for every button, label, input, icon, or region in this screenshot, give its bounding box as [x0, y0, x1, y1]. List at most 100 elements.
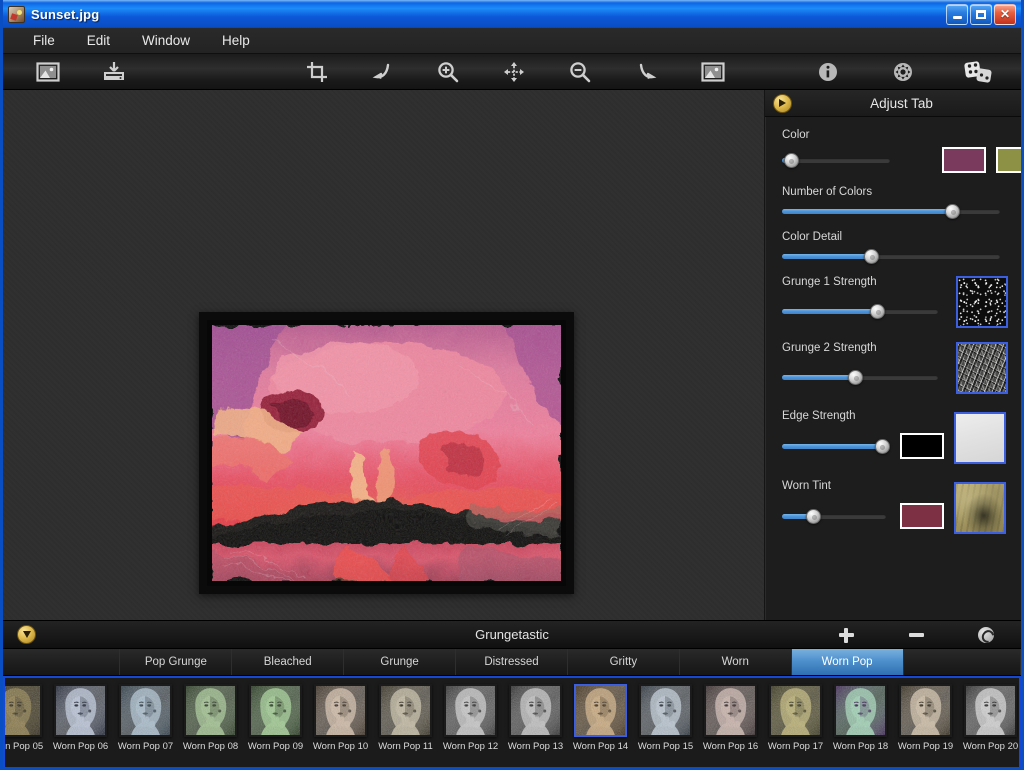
tab-worn-pop[interactable]: Worn Pop [791, 649, 904, 675]
number-of-colors-slider[interactable] [782, 204, 1000, 219]
preset-item[interactable]: Worn Pop 20 [958, 684, 1019, 752]
preset-thumbnail[interactable] [54, 684, 107, 737]
preset-thumbnail-row[interactable]: Worn Pop 05 Worn Pop 06 Worn Pop 07 Worn Po… [3, 676, 1021, 767]
control-label: Color [782, 129, 810, 141]
worn-tint-slider[interactable] [782, 509, 886, 524]
tab-grunge[interactable]: Grunge [344, 649, 457, 675]
preset-label: Worn Pop 12 [442, 741, 499, 752]
preset-thumbnail[interactable] [769, 684, 822, 737]
preset-thumbnail[interactable] [444, 684, 497, 737]
color-slider[interactable] [782, 153, 890, 168]
fit-image-icon[interactable] [696, 57, 730, 87]
preset-label: Worn Pop 19 [897, 741, 954, 752]
slider-knob[interactable] [783, 153, 799, 168]
preset-thumbnail[interactable] [509, 684, 562, 737]
canvas-area[interactable] [3, 90, 765, 620]
preset-thumbnail[interactable] [899, 684, 952, 737]
edge-strength-slider[interactable] [782, 439, 890, 454]
play-arrow-icon[interactable] [773, 93, 792, 113]
tab-worn[interactable]: Worn [680, 649, 792, 675]
preset-item[interactable]: Worn Pop 19 [893, 684, 958, 752]
preset-item[interactable]: Worn Pop 10 [308, 684, 373, 752]
preset-item[interactable]: Worn Pop 13 [503, 684, 568, 752]
edge-color-swatch[interactable] [900, 433, 944, 459]
preset-label: Worn Pop 17 [767, 741, 824, 752]
preset-item[interactable]: Worn Pop 05 [5, 684, 48, 752]
preset-thumbnail[interactable] [5, 684, 42, 737]
tab-distressed[interactable]: Distressed [456, 649, 568, 675]
slider-knob[interactable] [870, 304, 886, 319]
preset-thumbnail[interactable] [249, 684, 302, 737]
slider-fill [782, 375, 856, 380]
color-swatch-secondary[interactable] [996, 147, 1021, 173]
slider-knob[interactable] [848, 370, 864, 385]
info-icon[interactable] [811, 57, 845, 87]
zoom-in-icon[interactable] [431, 57, 465, 87]
tab-gritty[interactable]: Gritty [568, 649, 680, 675]
grunge-1-slider[interactable] [782, 304, 938, 319]
preset-item[interactable]: Worn Pop 11 [373, 684, 438, 752]
zoom-out-icon[interactable] [563, 57, 597, 87]
reset-preset-button[interactable] [951, 626, 1021, 643]
menu-edit[interactable]: Edit [71, 30, 126, 51]
grunge-1-texture-thumbnail[interactable] [956, 276, 1008, 328]
randomize-dice-icon[interactable] [961, 57, 995, 87]
pan-move-icon[interactable] [497, 57, 531, 87]
preset-thumbnail[interactable] [314, 684, 367, 737]
preset-item[interactable]: Worn Pop 12 [438, 684, 503, 752]
save-image-icon[interactable] [97, 57, 131, 87]
preset-thumbnail[interactable] [964, 684, 1017, 737]
close-button[interactable]: ✕ [994, 3, 1016, 25]
artboard[interactable] [199, 312, 574, 594]
main-content: Adjust Tab Color Number of Colors Color … [3, 90, 1021, 620]
adjust-panel-body: Color Number of Colors Color Detail Grun… [765, 117, 1021, 620]
tab-pop-grunge[interactable]: Pop Grunge [120, 649, 233, 675]
slider-knob[interactable] [806, 509, 822, 524]
preset-thumbnail[interactable] [119, 684, 172, 737]
slider-knob[interactable] [864, 249, 880, 264]
preset-thumbnail[interactable] [379, 684, 432, 737]
preset-item[interactable]: Worn Pop 06 [48, 684, 113, 752]
worn-tint-color-swatch[interactable] [900, 503, 944, 529]
tab-bleached[interactable]: Bleached [232, 649, 345, 675]
preset-item[interactable]: Worn Pop 07 [113, 684, 178, 752]
sunset-artwork [207, 320, 566, 586]
preset-thumbnail[interactable] [704, 684, 757, 737]
slider-fill [782, 209, 953, 214]
undo-icon[interactable] [365, 57, 399, 87]
preset-item[interactable]: Worn Pop 08 [178, 684, 243, 752]
preset-label: Worn Pop 16 [702, 741, 759, 752]
redo-icon[interactable] [630, 57, 664, 87]
preset-thumbnail[interactable] [184, 684, 237, 737]
preset-item[interactable]: Worn Pop 14 [568, 684, 633, 752]
menu-help[interactable]: Help [206, 30, 266, 51]
minimize-button[interactable] [946, 3, 968, 25]
chevron-down-icon[interactable] [17, 625, 36, 644]
tab-spacer [3, 649, 121, 675]
open-image-icon[interactable] [31, 57, 65, 87]
preset-item[interactable]: Worn Pop 09 [243, 684, 308, 752]
slider-knob[interactable] [874, 439, 890, 454]
preset-thumbnail[interactable] [639, 684, 692, 737]
preset-thumbnail[interactable] [574, 684, 627, 737]
color-swatch-primary[interactable] [942, 147, 986, 173]
edge-texture-thumbnail[interactable] [954, 412, 1006, 464]
grunge-2-texture-thumbnail[interactable] [956, 342, 1008, 394]
grunge-2-slider[interactable] [782, 370, 938, 385]
slider-knob[interactable] [945, 204, 961, 219]
menu-file[interactable]: File [17, 30, 71, 51]
preset-thumbnail-scroller: Worn Pop 05 Worn Pop 06 Worn Pop 07 Worn Po… [5, 678, 1019, 752]
preset-item[interactable]: Worn Pop 17 [763, 684, 828, 752]
worn-tint-texture-thumbnail[interactable] [954, 482, 1006, 534]
settings-icon[interactable] [886, 57, 920, 87]
color-detail-slider[interactable] [782, 249, 1000, 264]
menu-window[interactable]: Window [126, 30, 206, 51]
reset-icon [978, 626, 994, 643]
preset-thumbnail[interactable] [834, 684, 887, 737]
preset-item[interactable]: Worn Pop 16 [698, 684, 763, 752]
crop-icon[interactable] [300, 57, 334, 87]
slider-fill [782, 444, 882, 449]
preset-item[interactable]: Worn Pop 15 [633, 684, 698, 752]
preset-item[interactable]: Worn Pop 18 [828, 684, 893, 752]
maximize-button[interactable] [970, 3, 992, 25]
